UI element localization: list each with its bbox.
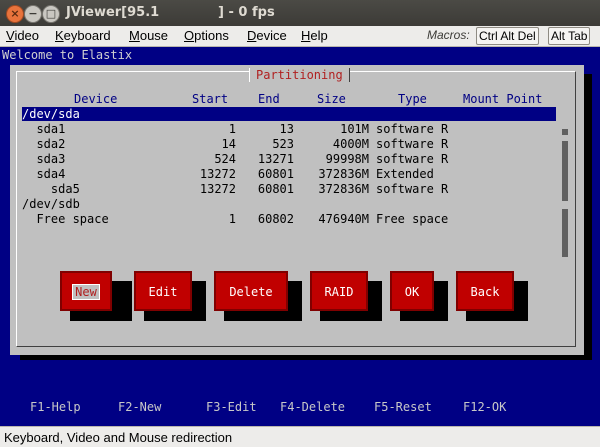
cell-device: sda5	[22, 182, 80, 196]
col-type: Type	[398, 92, 427, 106]
fkey-help: F1-Help	[30, 400, 81, 414]
cell-start: 13272	[199, 182, 236, 196]
delete-button-label: Delete	[229, 285, 273, 299]
cell-end: 60802	[257, 212, 294, 226]
table-row[interactable]: sda4 13272 60801 372836M Extended	[22, 167, 556, 181]
cell-end: 60801	[257, 182, 294, 196]
macros-label: Macros:	[427, 28, 470, 42]
cell-size: 372836M	[318, 182, 369, 196]
close-icon[interactable]: ×	[6, 5, 24, 23]
cell-device: sda2	[22, 137, 66, 151]
fkey-new: F2-New	[118, 400, 162, 414]
cell-end: 13	[279, 122, 294, 136]
cell-type: software R	[376, 122, 449, 136]
status-bar: Keyboard, Video and Mouse redirection	[0, 426, 600, 447]
ctrl-alt-del-button[interactable]: Ctrl Alt Del	[476, 27, 539, 45]
cell-start: 524	[214, 152, 236, 166]
menu-video[interactable]: Video	[6, 28, 39, 43]
status-text: Keyboard, Video and Mouse redirection	[4, 430, 233, 445]
cell-size: 99998M	[325, 152, 369, 166]
col-device: Device	[74, 92, 118, 106]
ok-button-label: OK	[404, 285, 420, 299]
back-button[interactable]: Back	[456, 271, 514, 311]
menu-keyboard[interactable]: Keyboard	[55, 28, 111, 43]
window-titlebar: × − □ JViewer[95.1 ] - 0 fps	[0, 0, 600, 26]
dialog-title: Partitioning	[249, 68, 350, 82]
cell-device: sda4	[22, 167, 66, 181]
cell-type: Free space	[376, 212, 449, 226]
table-row[interactable]: /dev/sda	[22, 107, 556, 121]
edit-button[interactable]: Edit	[134, 271, 192, 311]
cell-size: 372836M	[318, 167, 369, 181]
cell-device: /dev/sda	[22, 107, 80, 121]
menu-help[interactable]: Help	[301, 28, 328, 43]
welcome-text: Welcome to Elastix	[2, 48, 133, 62]
remote-console[interactable]: Welcome to Elastix Partitioning Device S…	[0, 47, 600, 426]
fkey-delete: F4-Delete	[280, 400, 346, 414]
minimize-icon[interactable]: −	[24, 5, 42, 23]
partitioning-dialog: Partitioning Device Start End Size Type …	[10, 65, 584, 355]
new-button[interactable]: New	[60, 271, 112, 311]
raid-button-label: RAID	[324, 285, 354, 299]
cell-size: 476940M	[318, 212, 369, 226]
cell-start: 13272	[199, 167, 236, 181]
scroll-thumb[interactable]	[562, 141, 568, 201]
ok-button[interactable]: OK	[390, 271, 434, 311]
scroll-track-lower[interactable]	[562, 209, 568, 257]
cell-type: software R	[376, 137, 449, 151]
col-end: End	[258, 92, 280, 106]
scroll-arrow-up[interactable]	[562, 129, 568, 135]
menu-options[interactable]: Options	[184, 28, 229, 43]
table-row[interactable]: Free space 1 60802 476940M Free space	[22, 212, 556, 226]
fkey-reset: F5-Reset	[374, 400, 432, 414]
cell-start: 14	[221, 137, 236, 151]
table-row[interactable]: sda1 1 13 101M software R	[22, 122, 556, 136]
menu-device[interactable]: Device	[247, 28, 287, 43]
fkey-edit: F3-Edit	[206, 400, 257, 414]
new-button-label: New	[72, 284, 100, 300]
cell-end: 13271	[257, 152, 294, 166]
cell-device: sda1	[22, 122, 66, 136]
scrollbar[interactable]	[562, 129, 568, 265]
cell-start: 1	[228, 122, 236, 136]
table-row[interactable]: sda5 13272 60801 372836M software R	[22, 182, 556, 196]
maximize-icon[interactable]: □	[42, 5, 60, 23]
cell-start: 1	[228, 212, 236, 226]
cell-size: 101M	[340, 122, 369, 136]
back-button-label: Back	[470, 285, 500, 299]
table-row[interactable]: sda3 524 13271 99998M software R	[22, 152, 556, 166]
cell-type: software R	[376, 182, 449, 196]
col-size: Size	[317, 92, 346, 106]
table-row[interactable]: /dev/sdb	[22, 197, 556, 211]
col-mount: Mount Point	[463, 92, 543, 106]
cell-device: /dev/sdb	[22, 197, 80, 211]
raid-button[interactable]: RAID	[310, 271, 368, 311]
cell-type: software R	[376, 152, 449, 166]
edit-button-label: Edit	[148, 285, 178, 299]
cell-device: Free space	[22, 212, 109, 226]
col-start: Start	[192, 92, 229, 106]
cell-device: sda3	[22, 152, 66, 166]
fkey-ok: F12-OK	[463, 400, 507, 414]
cell-size: 4000M	[332, 137, 369, 151]
menu-mouse[interactable]: Mouse	[129, 28, 168, 43]
cell-end: 60801	[257, 167, 294, 181]
alt-tab-button[interactable]: Alt Tab	[548, 27, 591, 45]
window-title: JViewer[95.1 ] - 0 fps	[66, 5, 275, 20]
table-row[interactable]: sda2 14 523 4000M software R	[22, 137, 556, 151]
cell-end: 523	[272, 137, 294, 151]
cell-type: Extended	[376, 167, 434, 181]
delete-button[interactable]: Delete	[214, 271, 288, 311]
menubar: Video Keyboard Mouse Options Device Help…	[0, 26, 600, 47]
